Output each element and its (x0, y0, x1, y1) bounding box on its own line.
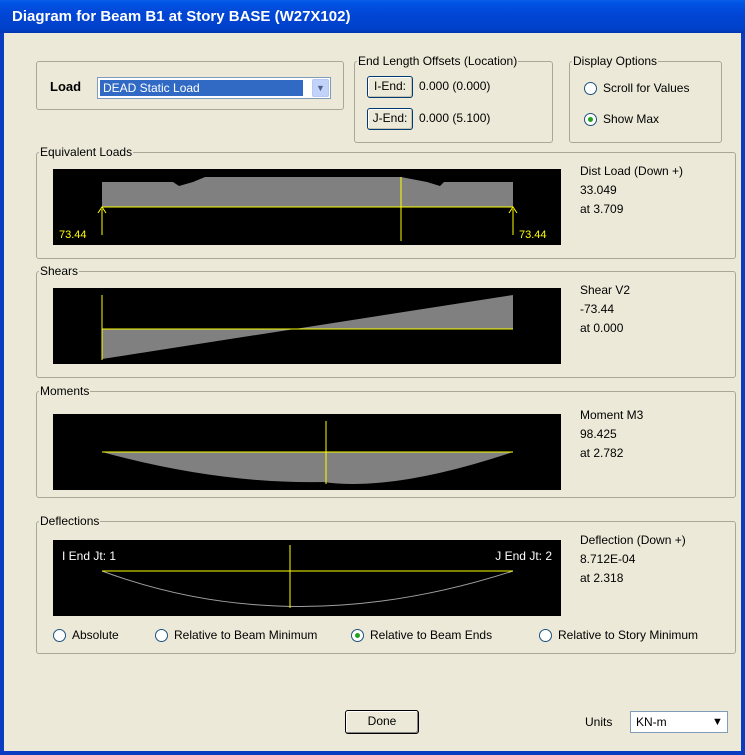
moment-diagram-shape (102, 452, 513, 484)
radio-button-icon[interactable] (155, 628, 168, 642)
deflections-group: Deflections I End Jt: 1 J End Jt: 2 Defl… (36, 514, 736, 654)
shear-value: -73.44 (580, 302, 615, 316)
moment-title: Moment M3 (580, 408, 644, 422)
shear-diagram-shape (102, 295, 513, 359)
left-reaction-label: 73.44 (59, 229, 87, 241)
right-reaction-label: 73.44 (519, 229, 547, 241)
shears-plot (53, 288, 561, 364)
radio-label: Relative to Story Minimum (558, 628, 699, 642)
radio-absolute[interactable]: Absolute (53, 628, 119, 642)
equivalent-loads-plot: 73.44 73.44 (53, 169, 561, 245)
window-title: Diagram for Beam B1 at Story BASE (W27X1… (12, 8, 351, 25)
load-case-dropdown[interactable]: DEAD Static Load ▼ (97, 77, 331, 99)
i-end-button[interactable]: I-End: (367, 76, 413, 98)
load-label: Load (50, 79, 82, 94)
end-offsets-group: End Length Offsets (Location) I-End: 0.0… (354, 54, 553, 143)
radio-label: Relative to Beam Minimum (174, 628, 318, 642)
deflection-value: 8.712E-04 (580, 552, 636, 566)
radio-button-icon[interactable] (584, 81, 597, 95)
radio-label: Absolute (72, 628, 119, 642)
deflections-plot: I End Jt: 1 J End Jt: 2 (53, 540, 561, 616)
display-options-group: Display Options Scroll for Values Show M… (569, 54, 722, 143)
deflection-location: at 2.318 (580, 571, 624, 585)
dist-load-title: Dist Load (Down +) (580, 164, 684, 178)
moment-info: Moment M3 98.425 at 2.782 (580, 406, 643, 463)
radio-show-max[interactable]: Show Max (584, 112, 659, 126)
moments-group: Moments Moment M3 98.425 at 2.782 (36, 384, 736, 498)
load-case-value: DEAD Static Load (100, 80, 303, 96)
units-value: KN-m (636, 715, 667, 729)
i-end-joint-label: I End Jt: 1 (62, 549, 117, 563)
distributed-load-shape (102, 177, 513, 207)
title-bar: Diagram for Beam B1 at Story BASE (W27X1… (0, 0, 745, 33)
radio-label: Show Max (603, 112, 660, 126)
radio-label: Relative to Beam Ends (370, 628, 493, 642)
radio-relative-beam-minimum[interactable]: Relative to Beam Minimum (155, 628, 317, 642)
dist-load-info: Dist Load (Down +) 33.049 at 3.709 (580, 162, 683, 219)
radio-button-icon[interactable] (53, 628, 66, 642)
radio-button-icon[interactable] (351, 628, 364, 642)
dist-load-location: at 3.709 (580, 202, 624, 216)
shear-title: Shear V2 (580, 283, 631, 297)
radio-relative-beam-ends[interactable]: Relative to Beam Ends (351, 628, 492, 642)
j-end-joint-label: J End Jt: 2 (495, 549, 552, 563)
chevron-down-icon[interactable]: ▼ (312, 79, 329, 97)
i-end-value: 0.000 (0.000) (419, 79, 491, 93)
shear-info: Shear V2 -73.44 at 0.000 (580, 281, 630, 338)
shears-svg (101, 295, 513, 360)
j-end-value: 0.000 (5.100) (419, 111, 491, 125)
moments-title: Moments (39, 384, 91, 398)
moment-location: at 2.782 (580, 446, 624, 460)
shears-group: Shears Shear V2 -73.44 at 0.000 (36, 264, 736, 378)
radio-label: Scroll for Values (603, 81, 690, 95)
deflection-info: Deflection (Down +) 8.712E-04 at 2.318 (580, 531, 686, 588)
equivalent-loads-group: Equivalent Loads 73.44 73.44 Dist Load (… (36, 145, 736, 259)
units-dropdown[interactable]: KN-m ▼ (630, 711, 728, 733)
radio-relative-story-minimum[interactable]: Relative to Story Minimum (539, 628, 698, 642)
display-options-title: Display Options (572, 54, 659, 68)
deflections-svg (101, 545, 514, 608)
deflection-title: Deflection (Down +) (580, 533, 686, 547)
units-label: Units (585, 715, 613, 729)
radio-button-icon[interactable] (584, 112, 597, 126)
moment-value: 98.425 (580, 427, 617, 441)
shears-title: Shears (39, 264, 80, 278)
moments-plot (53, 414, 561, 490)
beam-diagram-window: Diagram for Beam B1 at Story BASE (W27X1… (0, 0, 745, 755)
radio-scroll-for-values[interactable]: Scroll for Values (584, 81, 689, 95)
equivalent-loads-title: Equivalent Loads (39, 145, 134, 159)
load-group: Load DEAD Static Load ▼ (36, 61, 344, 110)
deflected-shape-curve (101, 570, 514, 607)
equivalent-loads-svg (97, 177, 518, 241)
shear-location: at 0.000 (580, 321, 624, 335)
moments-svg (102, 421, 513, 484)
done-button[interactable]: Done (345, 710, 419, 734)
deflections-title: Deflections (39, 514, 101, 528)
chevron-down-icon[interactable]: ▼ (709, 713, 726, 731)
radio-button-icon[interactable] (539, 628, 552, 642)
dist-load-value: 33.049 (580, 183, 617, 197)
j-end-button[interactable]: J-End: (367, 108, 413, 130)
end-offsets-title: End Length Offsets (Location) (357, 54, 519, 68)
